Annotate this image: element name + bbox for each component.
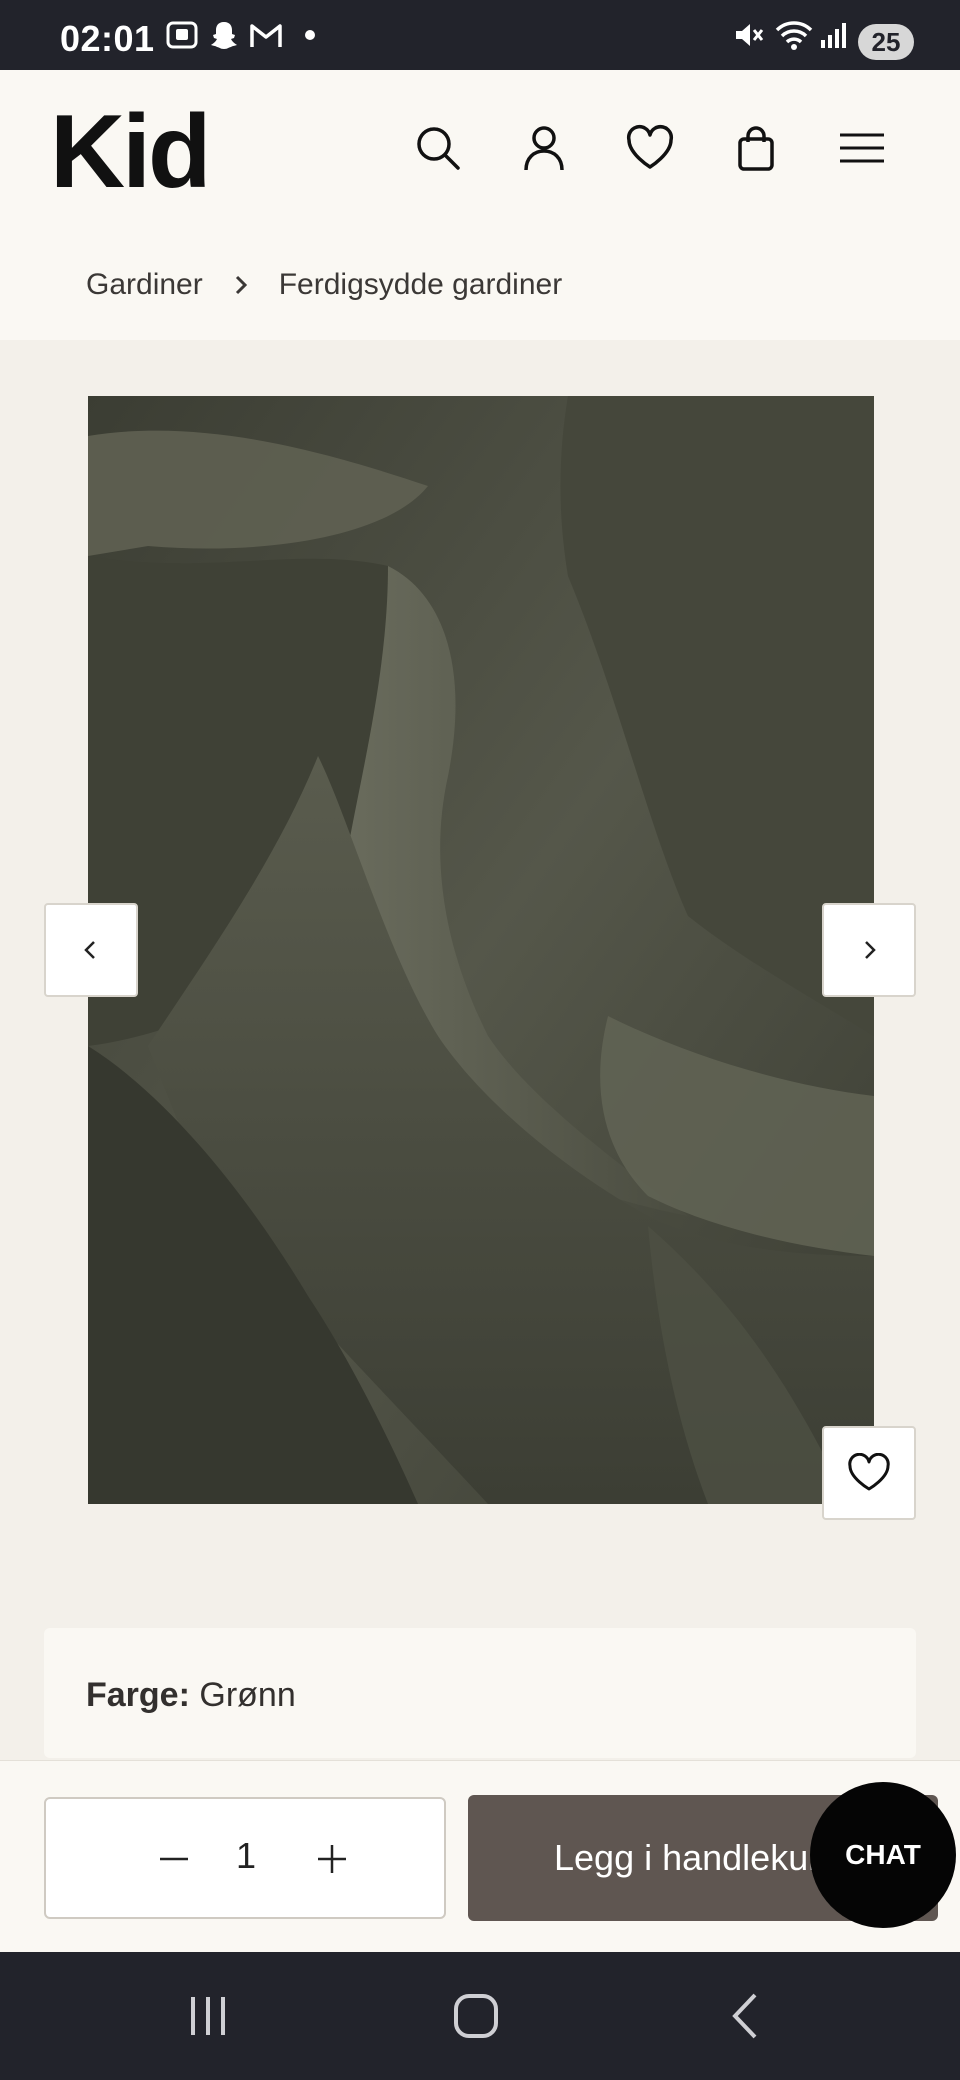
next-image-button[interactable] — [822, 903, 916, 997]
wifi-icon — [774, 18, 814, 52]
recents-button[interactable] — [168, 1988, 248, 2044]
plus-icon — [318, 1845, 346, 1873]
breadcrumb-item-ferdigsydde[interactable]: Ferdigsydde gardiner — [279, 268, 563, 302]
menu-icon — [840, 133, 884, 163]
home-button[interactable] — [436, 1988, 516, 2044]
product-image[interactable] — [88, 396, 874, 1504]
account-button[interactable] — [514, 118, 574, 178]
color-label: Farge: — [86, 1676, 190, 1714]
breadcrumb-item-gardiner[interactable]: Gardiner — [86, 268, 203, 302]
cart-button[interactable] — [726, 118, 786, 178]
heart-icon — [848, 1453, 890, 1491]
product-gallery — [0, 340, 960, 1520]
system-navigation-bar — [0, 1952, 960, 2080]
status-bar: 02:01 25 — [0, 0, 960, 70]
color-panel[interactable]: Farge: Grønn — [44, 1628, 916, 1758]
chevron-right-icon — [865, 941, 876, 959]
back-icon — [732, 1993, 757, 2039]
signal-icon — [818, 18, 850, 52]
increase-quantity-button[interactable] — [302, 1829, 362, 1889]
quantity-stepper: 1 — [44, 1797, 446, 1919]
decrease-quantity-button[interactable] — [144, 1829, 204, 1889]
dot-icon — [300, 18, 320, 52]
home-icon — [454, 1994, 498, 2038]
battery-indicator: 25 — [858, 24, 914, 60]
wishlist-icon — [626, 125, 674, 169]
screenshot-icon — [164, 18, 200, 52]
recents-icon — [191, 1997, 225, 2035]
add-to-favorites-button[interactable] — [822, 1426, 916, 1520]
color-row: Farge: Grønn — [86, 1676, 296, 1715]
cart-icon — [738, 126, 774, 171]
breadcrumb: Gardiner Ferdigsydde gardiner — [86, 268, 562, 302]
menu-button[interactable] — [832, 118, 892, 178]
search-button[interactable] — [408, 118, 468, 178]
quantity-value[interactable]: 1 — [216, 1835, 276, 1877]
snapchat-icon — [206, 18, 242, 52]
mute-icon — [730, 18, 766, 52]
status-time: 02:01 — [60, 18, 155, 59]
prev-image-button[interactable] — [44, 903, 138, 997]
logo[interactable]: Kid — [50, 100, 212, 204]
search-icon — [417, 127, 460, 170]
account-icon — [524, 126, 564, 171]
back-button[interactable] — [706, 1988, 786, 2044]
color-value: Grønn — [199, 1676, 296, 1714]
wishlist-button[interactable] — [620, 118, 680, 178]
chevron-left-icon — [84, 941, 95, 959]
chat-button[interactable]: CHAT — [810, 1782, 956, 1928]
site-header: Kid Gardiner Ferdigsydde gardiner — [0, 70, 960, 340]
chevron-right-icon — [233, 274, 249, 296]
minus-icon — [160, 1857, 188, 1861]
gmail-icon — [248, 18, 284, 52]
